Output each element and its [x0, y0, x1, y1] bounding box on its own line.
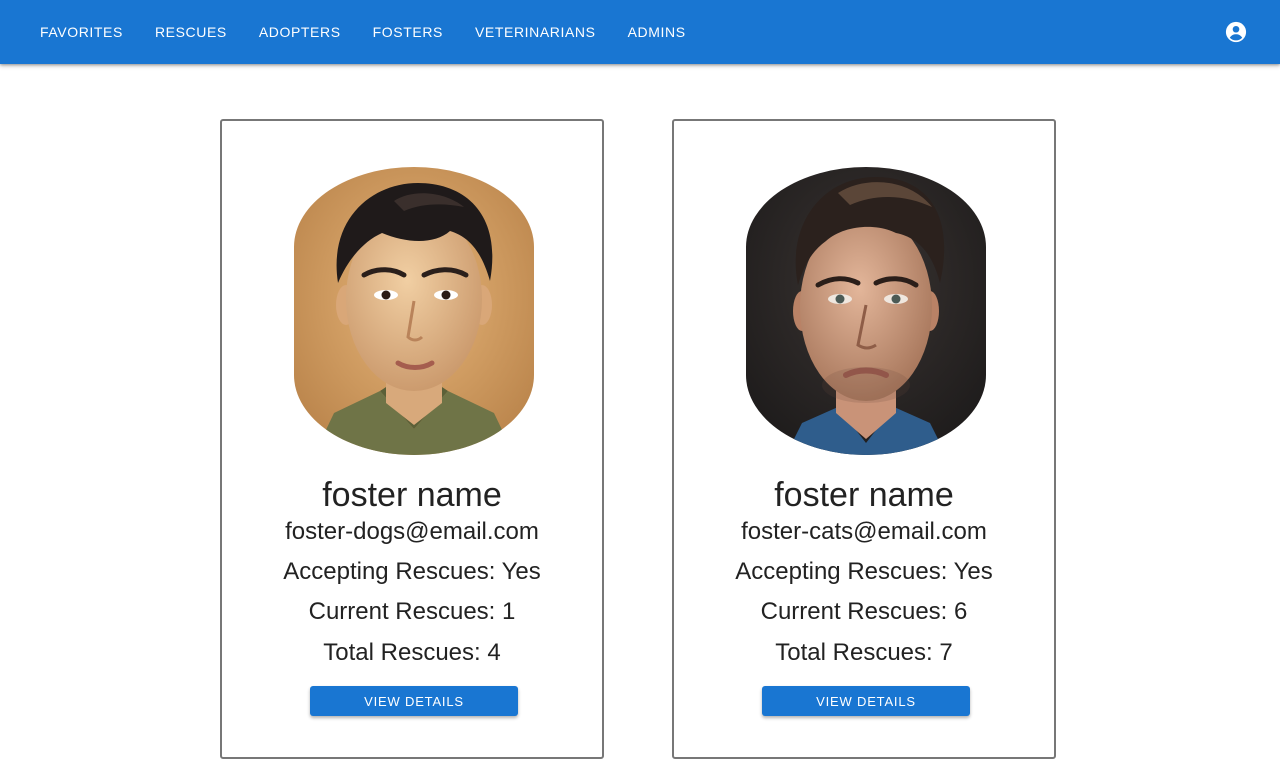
- foster-email: foster-cats@email.com: [741, 518, 987, 545]
- nav-fosters[interactable]: FOSTERS: [357, 18, 459, 46]
- current-rescues: Current Rescues: 6: [760, 598, 968, 625]
- nav-favorites[interactable]: FAVORITES: [24, 18, 139, 46]
- accepting-rescues: Accepting Rescues: Yes: [283, 558, 541, 585]
- nav-adopters[interactable]: ADOPTERS: [243, 18, 357, 46]
- nav-rescues[interactable]: RESCUES: [139, 18, 243, 46]
- total-rescues: Total Rescues: 7: [775, 639, 953, 666]
- foster-name: foster name: [322, 476, 502, 514]
- accepting-rescues: Accepting Rescues: Yes: [735, 558, 993, 585]
- total-rescues: Total Rescues: 4: [323, 639, 501, 666]
- nav-veterinarians[interactable]: VETERINARIANS: [459, 18, 612, 46]
- app-bar: FAVORITES RESCUES ADOPTERS FOSTERS VETER…: [0, 0, 1280, 64]
- view-details-button[interactable]: VIEW DETAILS: [310, 686, 518, 716]
- current-rescues: Current Rescues: 1: [308, 598, 516, 625]
- main-nav: FAVORITES RESCUES ADOPTERS FOSTERS VETER…: [24, 0, 702, 64]
- foster-email: foster-dogs@email.com: [285, 518, 539, 545]
- foster-name: foster name: [774, 476, 954, 514]
- foster-card: foster name foster-cats@email.com Accept…: [672, 119, 1056, 759]
- foster-photo: [294, 167, 534, 455]
- foster-photo: [746, 167, 986, 455]
- foster-card: foster name foster-dogs@email.com Accept…: [220, 119, 604, 759]
- view-details-button[interactable]: VIEW DETAILS: [762, 686, 970, 716]
- account-button[interactable]: [1220, 16, 1252, 48]
- account-circle-icon: [1225, 21, 1247, 43]
- nav-admins[interactable]: ADMINS: [612, 18, 702, 46]
